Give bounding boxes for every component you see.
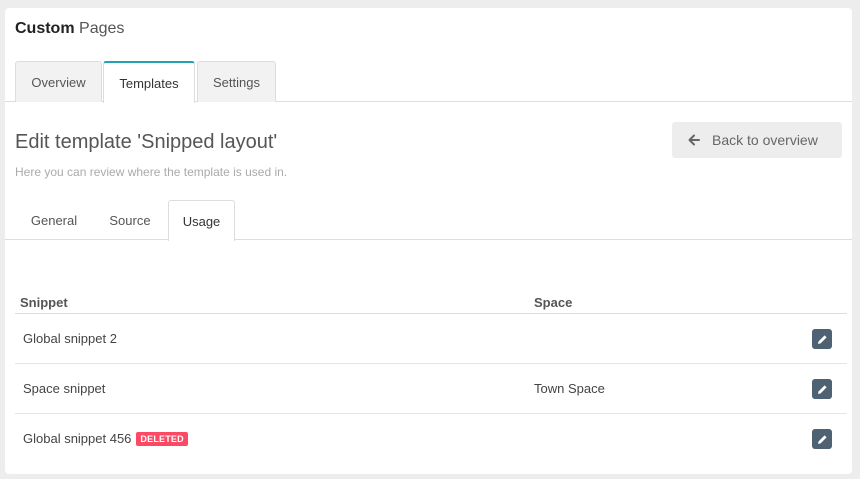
space-cell: Town Space — [534, 381, 605, 396]
sub-tabs: General Source Usage — [5, 200, 852, 241]
edit-button[interactable] — [812, 329, 832, 349]
snippet-name: Space snippet — [23, 381, 106, 396]
table-row: Global snippet 2 — [15, 314, 847, 364]
table-row: Space snippet Town Space — [15, 364, 847, 414]
deleted-badge: DELETED — [136, 431, 188, 446]
tab-overview-label: Overview — [31, 74, 86, 90]
edit-button[interactable] — [812, 379, 832, 399]
snippet-name: Global snippet 456 — [23, 431, 132, 446]
pencil-icon — [817, 434, 827, 444]
usage-table: Snippet Space Global snippet 2 Space sni… — [15, 274, 847, 464]
tab-templates[interactable]: Templates — [103, 61, 195, 103]
column-header-space: Space — [534, 295, 573, 310]
table-row: Global snippet 456 DELETED — [15, 414, 847, 464]
snippet-cell: Space snippet — [23, 381, 105, 396]
subtab-usage[interactable]: Usage — [168, 200, 235, 241]
subtab-general-label: General — [30, 212, 78, 228]
tab-settings-label: Settings — [213, 74, 260, 90]
heading-light: Pages — [79, 20, 125, 37]
back-button-label: Back to overview — [712, 132, 818, 148]
tab-templates-label: Templates — [119, 75, 179, 91]
tab-overview[interactable]: Overview — [15, 61, 102, 102]
page-description: Here you can review where the template i… — [15, 165, 288, 179]
table-header: Snippet Space — [15, 274, 847, 314]
page-title: Edit template 'Snipped layout' — [15, 131, 278, 153]
panel-heading: Custom Pages — [15, 20, 124, 38]
pencil-icon — [817, 384, 827, 394]
main-tabs: Overview Templates Settings — [5, 61, 852, 103]
snippet-name: Global snippet 2 — [23, 331, 117, 346]
back-to-overview-button[interactable]: Back to overview — [672, 122, 842, 158]
subtab-general[interactable]: General — [19, 200, 89, 240]
pencil-icon — [817, 334, 827, 344]
column-header-snippet: Snippet — [20, 295, 68, 310]
subtab-source-label: Source — [109, 212, 151, 228]
edit-button[interactable] — [812, 429, 832, 449]
tab-settings[interactable]: Settings — [197, 61, 276, 102]
subtab-source[interactable]: Source — [97, 200, 163, 240]
snippet-cell: Global snippet 2 — [23, 331, 117, 346]
custom-pages-panel: Custom Pages Overview Templates Settings… — [5, 8, 852, 474]
snippet-cell: Global snippet 456 DELETED — [23, 431, 188, 446]
subtab-usage-label: Usage — [182, 213, 221, 229]
arrow-left-icon — [688, 134, 700, 146]
heading-bold: Custom — [15, 20, 75, 37]
